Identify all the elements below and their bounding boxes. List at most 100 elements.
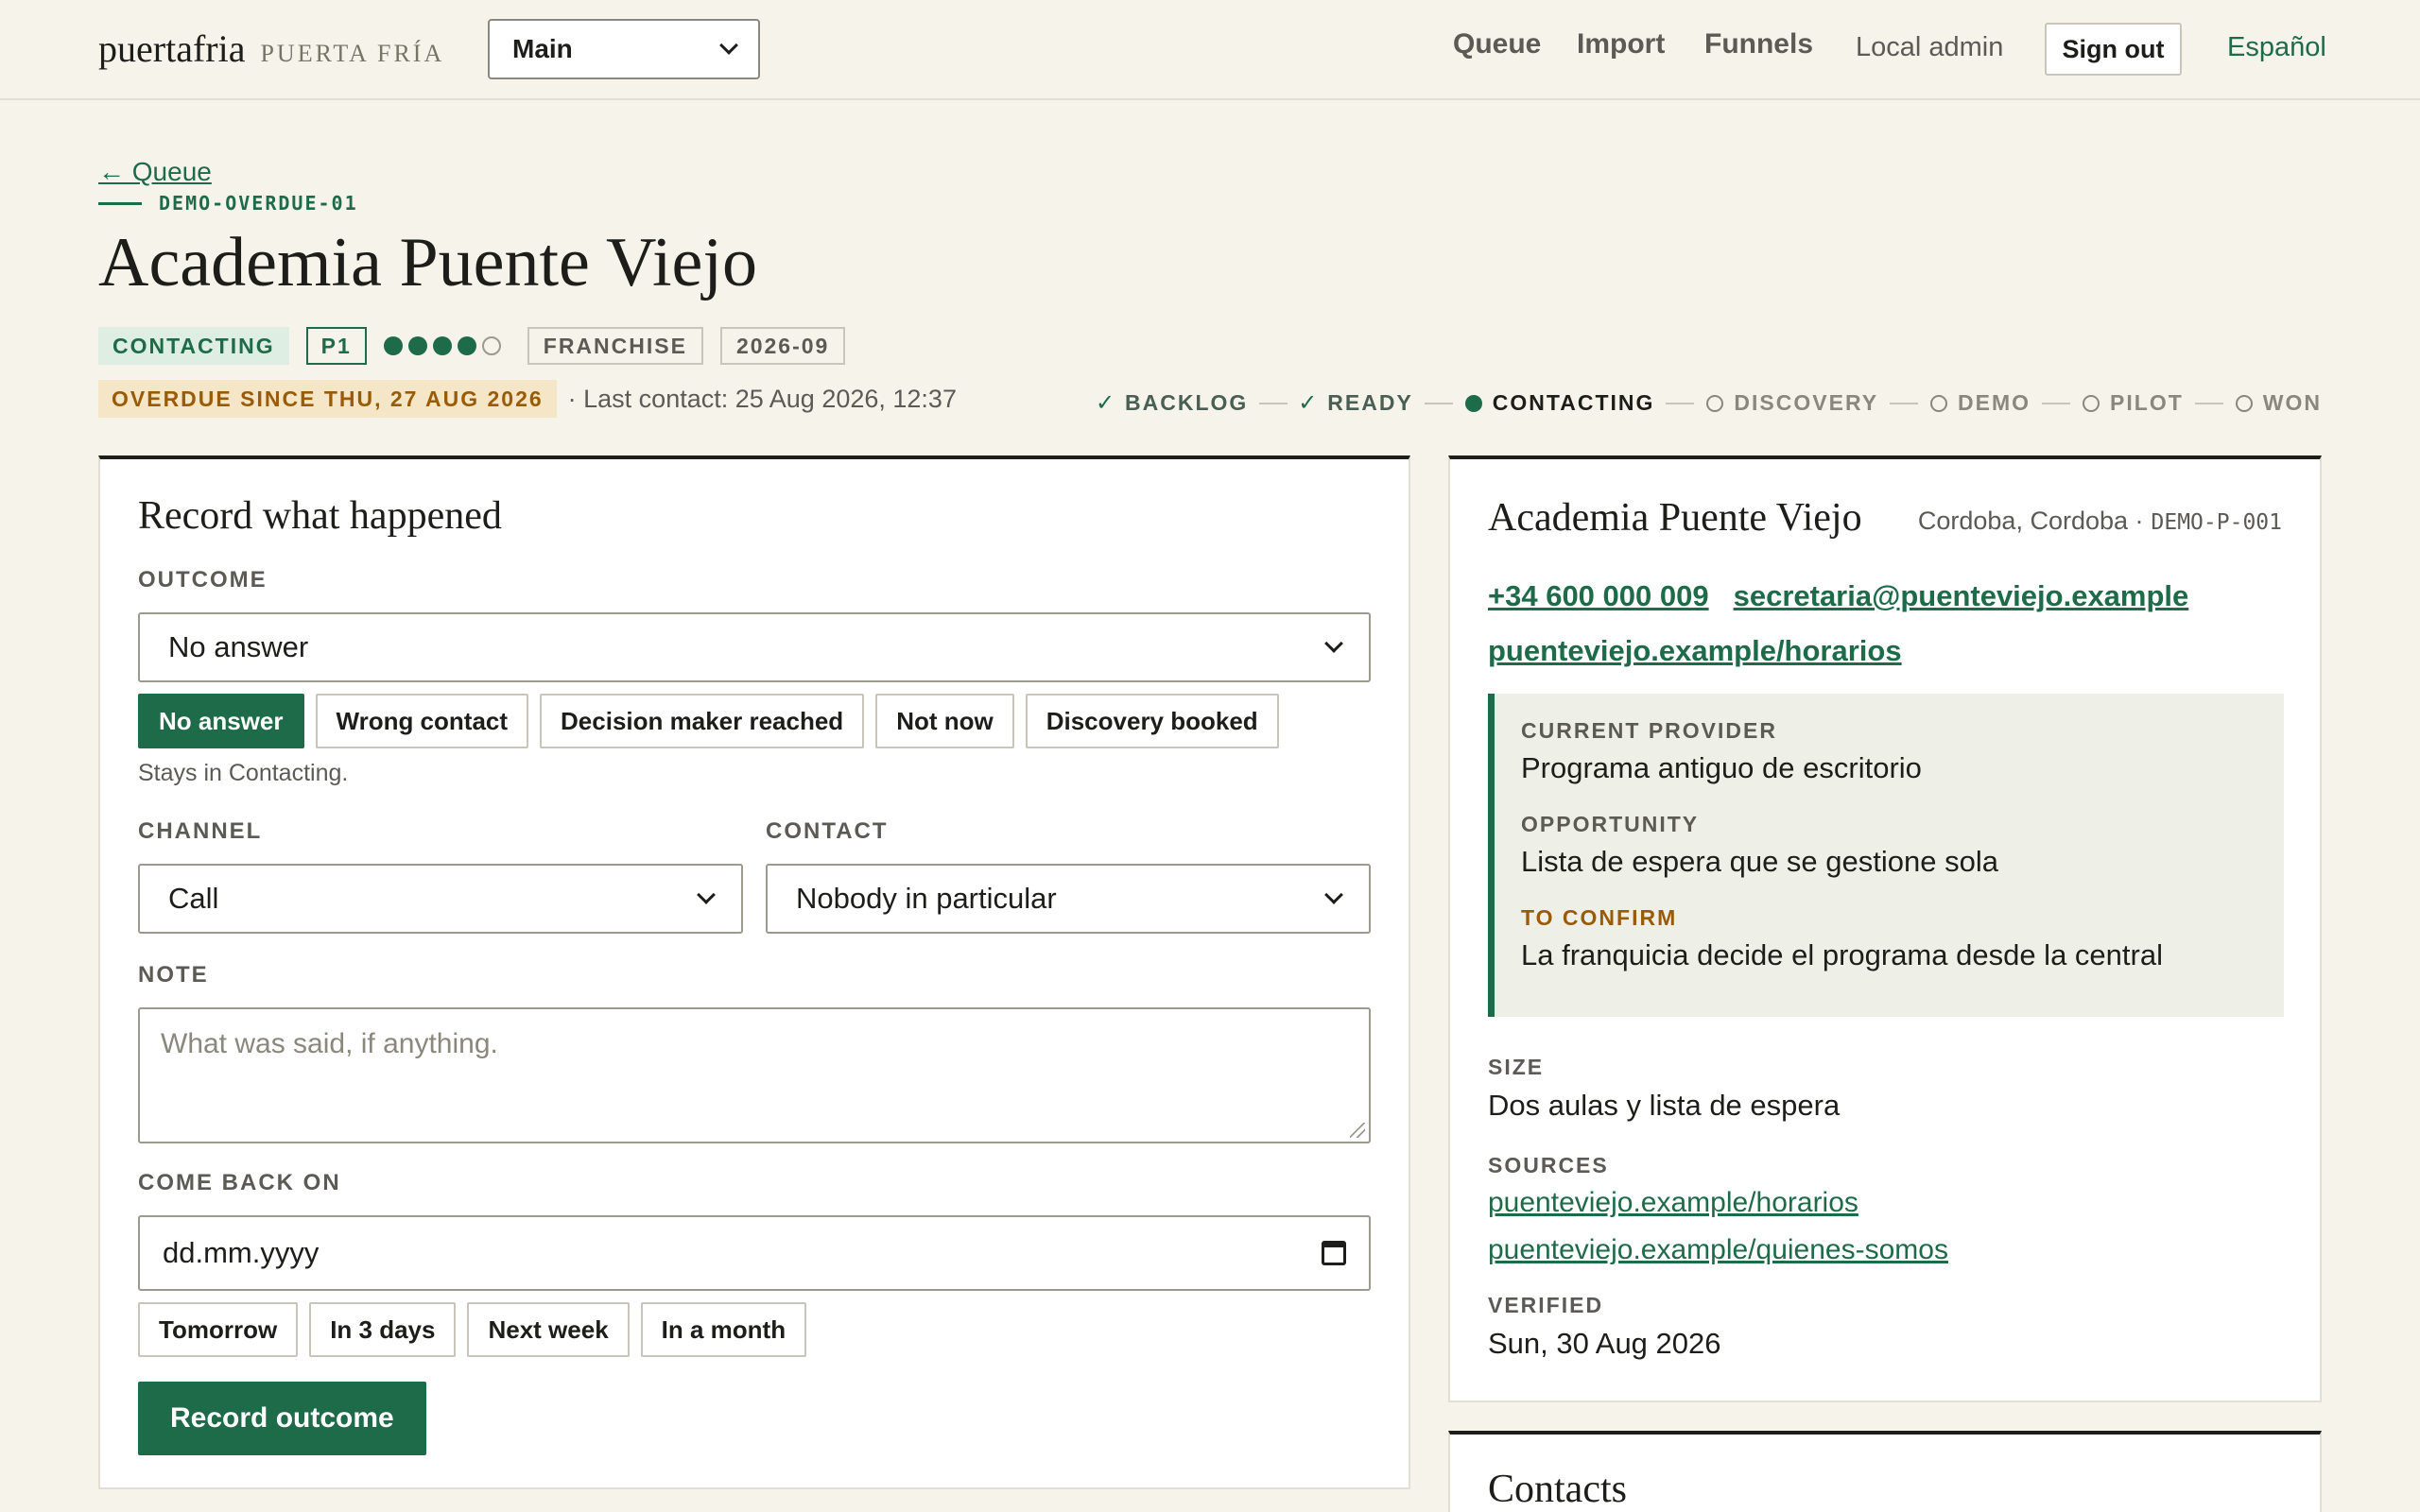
nav-funnels[interactable]: Funnels bbox=[1704, 28, 1813, 60]
brand-name: puertafria bbox=[98, 27, 246, 70]
date-chip-tomorrow[interactable]: Tomorrow bbox=[138, 1302, 299, 1357]
channel-label: CHANNEL bbox=[138, 818, 263, 844]
stage-separator bbox=[1259, 402, 1288, 404]
come-back-date-input[interactable]: dd.mm.yyyy bbox=[138, 1215, 1371, 1291]
source-link[interactable]: puenteviejo.example/horarios bbox=[1488, 1187, 1858, 1219]
outcome-chip-discovery-booked[interactable]: Discovery booked bbox=[1025, 694, 1279, 748]
insight-box: CURRENT PROVIDER Programa antiguo de esc… bbox=[1488, 694, 2284, 1017]
record-outcome-button[interactable]: Record outcome bbox=[138, 1382, 426, 1455]
outcome-select[interactable]: No answer bbox=[138, 612, 1371, 682]
contact-label: CONTACT bbox=[766, 818, 889, 844]
date-chip-in-3-days[interactable]: In 3 days bbox=[309, 1302, 457, 1357]
contact-select-value: Nobody in particular bbox=[796, 882, 1057, 915]
priority-badge: P1 bbox=[305, 327, 367, 365]
brand[interactable]: puertafria PUERTA FRÍA bbox=[98, 26, 444, 71]
check-icon: ✓ bbox=[1095, 390, 1117, 416]
outcome-label: OUTCOME bbox=[138, 567, 268, 593]
record-outcome-card: Record what happened OUTCOME No answer N… bbox=[98, 455, 1410, 1489]
pipeline-stage: DISCOVERY bbox=[1705, 390, 1878, 416]
stage-separator bbox=[2194, 402, 2223, 404]
pipeline-stage: ✓ BACKLOG bbox=[1095, 389, 1248, 417]
rating-dot-filled bbox=[383, 336, 403, 355]
outcome-hint: Stays in Contacting. bbox=[138, 760, 349, 786]
chevron-down-icon bbox=[1324, 634, 1343, 653]
outcome-select-value: No answer bbox=[168, 630, 309, 663]
size-value: Dos aulas y lista de espera bbox=[1488, 1089, 1841, 1122]
organization-name: Academia Puente Viejo bbox=[1488, 496, 1862, 540]
sign-out-button[interactable]: Sign out bbox=[2045, 23, 2182, 76]
email-link[interactable]: secretaria@puenteviejo.example bbox=[1734, 579, 2189, 612]
current-provider-value: Programa antiguo de escritorio bbox=[1521, 751, 1922, 784]
contact-links: +34 600 000 009 secretaria@puenteviejo.ex… bbox=[1488, 569, 2301, 679]
date-chip-next-week[interactable]: Next week bbox=[467, 1302, 630, 1357]
record-code-text: DEMO-OVERDUE-01 bbox=[159, 192, 358, 215]
pending-stage-icon bbox=[1929, 394, 1948, 412]
pipeline-stage-label: CONTACTING bbox=[1492, 390, 1655, 415]
overdue-badge: OVERDUE SINCE THU, 27 AUG 2026 bbox=[98, 380, 557, 418]
rating-dot-filled bbox=[407, 336, 427, 355]
organization-card: Academia Puente Viejo Cordoba, Cordoba ·… bbox=[1448, 455, 2322, 1402]
note-placeholder: What was said, if anything. bbox=[161, 1028, 498, 1059]
status-badge: CONTACTING bbox=[98, 327, 289, 365]
contacts-title: Contacts bbox=[1488, 1468, 1627, 1511]
outcome-chip-decision-maker[interactable]: Decision maker reached bbox=[540, 694, 865, 748]
pipeline-stage-label: WON bbox=[2262, 390, 2322, 415]
channel-select-value: Call bbox=[168, 882, 219, 915]
tag-badge: 2026-09 bbox=[719, 327, 846, 365]
contacts-card: Contacts bbox=[1448, 1431, 2322, 1512]
stage-separator bbox=[1424, 402, 1453, 404]
resize-handle-icon[interactable] bbox=[1350, 1123, 1365, 1138]
record-code: DEMO-OVERDUE-01 bbox=[98, 192, 358, 215]
source-link[interactable]: puenteviejo.example/quienes-somos bbox=[1488, 1234, 1948, 1266]
sources-label: SOURCES bbox=[1488, 1153, 1609, 1177]
badge-row: CONTACTING P1 FRANCHISE 2026-09 bbox=[98, 327, 862, 365]
phone-link[interactable]: +34 600 000 009 bbox=[1488, 579, 1709, 612]
pipeline-stage-label: READY bbox=[1327, 390, 1413, 415]
workspace-select[interactable]: Main bbox=[488, 19, 760, 79]
current-stage-icon bbox=[1464, 394, 1483, 412]
calendar-icon[interactable] bbox=[1322, 1241, 1346, 1265]
nav-import[interactable]: Import bbox=[1577, 28, 1665, 60]
pipeline-stage-label: DEMO bbox=[1958, 390, 2031, 415]
organization-meta: Cordoba, Cordoba · DEMO-P-001 bbox=[1918, 507, 2282, 536]
last-contact: · Last contact: 25 Aug 2026, 12:37 bbox=[567, 384, 957, 413]
rating-dots bbox=[383, 336, 507, 355]
verified-value: Sun, 30 Aug 2026 bbox=[1488, 1327, 1721, 1360]
workspace-select-value: Main bbox=[512, 34, 573, 63]
note-textarea[interactable]: What was said, if anything. bbox=[138, 1007, 1371, 1143]
chevron-down-icon bbox=[719, 36, 738, 55]
pending-stage-icon bbox=[1705, 394, 1724, 412]
pipeline-stage: CONTACTING bbox=[1464, 390, 1655, 416]
opportunity-label: OPPORTUNITY bbox=[1521, 812, 1700, 836]
outcome-chip-not-now[interactable]: Not now bbox=[875, 694, 1014, 748]
website-link[interactable]: puenteviejo.example/horarios bbox=[1488, 634, 1902, 667]
tag-badge: FRANCHISE bbox=[527, 327, 703, 365]
date-placeholder: dd.mm.yyyy bbox=[163, 1236, 320, 1269]
to-confirm-label: TO CONFIRM bbox=[1521, 905, 1678, 930]
code-divider bbox=[98, 201, 142, 205]
date-chip-in-a-month[interactable]: In a month bbox=[640, 1302, 807, 1357]
rating-dot-filled bbox=[457, 336, 476, 355]
back-to-queue-link[interactable]: ← Queue bbox=[98, 157, 212, 187]
nav-queue[interactable]: Queue bbox=[1453, 28, 1541, 60]
chevron-down-icon bbox=[1324, 885, 1343, 904]
page-title: Academia Puente Viejo bbox=[98, 224, 757, 301]
language-switch[interactable]: Español bbox=[2227, 32, 2326, 63]
top-bar: puertafria PUERTA FRÍA Main Queue Import… bbox=[0, 0, 2420, 100]
channel-select[interactable]: Call bbox=[138, 864, 743, 934]
user-name: Local admin bbox=[1856, 32, 2004, 62]
outcome-chip-wrong-contact[interactable]: Wrong contact bbox=[315, 694, 529, 748]
rating-dot-filled bbox=[432, 336, 452, 355]
outcome-chip-no-answer[interactable]: No answer bbox=[138, 694, 304, 748]
to-confirm-value: La franquicia decide el programa desde l… bbox=[1521, 938, 2163, 971]
overdue-row: OVERDUE SINCE THU, 27 AUG 2026 · Last co… bbox=[98, 380, 957, 418]
current-provider-label: CURRENT PROVIDER bbox=[1521, 718, 1777, 743]
date-chips: Tomorrow In 3 days Next week In a month bbox=[138, 1302, 818, 1357]
stage-separator bbox=[1890, 402, 1919, 404]
outcome-chips: No answer Wrong contact Decision maker r… bbox=[138, 694, 1290, 748]
card-title: Record what happened bbox=[138, 494, 502, 538]
organization-location: Cordoba, Cordoba · bbox=[1917, 507, 2144, 535]
stage-separator bbox=[1666, 402, 1695, 404]
contact-select[interactable]: Nobody in particular bbox=[766, 864, 1371, 934]
pipeline-stage-label: DISCOVERY bbox=[1734, 390, 1879, 415]
